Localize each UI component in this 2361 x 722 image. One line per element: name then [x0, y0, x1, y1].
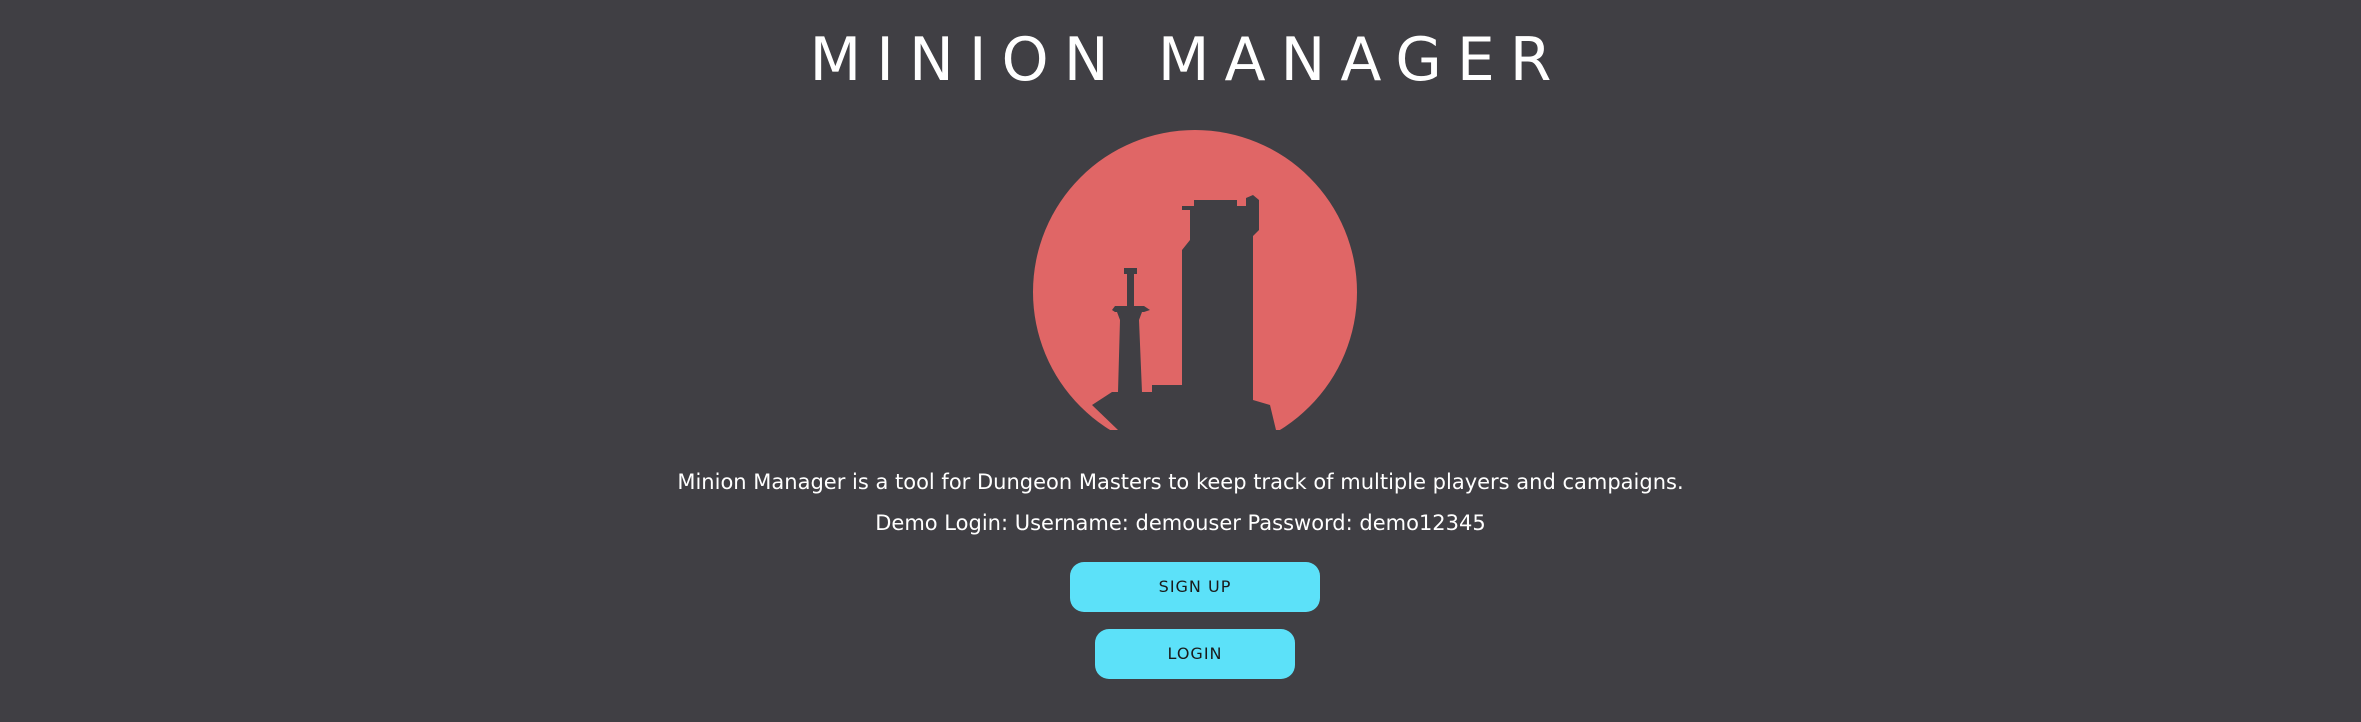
demo-login-info: Demo Login: Username: demouser Password:… — [875, 511, 1486, 535]
landing-page: MINION MANAGER Minion Manager is a tool … — [0, 0, 2361, 722]
login-button[interactable]: LOGIN — [1095, 629, 1295, 679]
sign-up-button[interactable]: SIGN UP — [1070, 562, 1320, 612]
app-description: Minion Manager is a tool for Dungeon Mas… — [677, 470, 1684, 494]
castle-tower-sword-icon — [1032, 130, 1358, 454]
page-title: MINION MANAGER — [809, 25, 1567, 95]
